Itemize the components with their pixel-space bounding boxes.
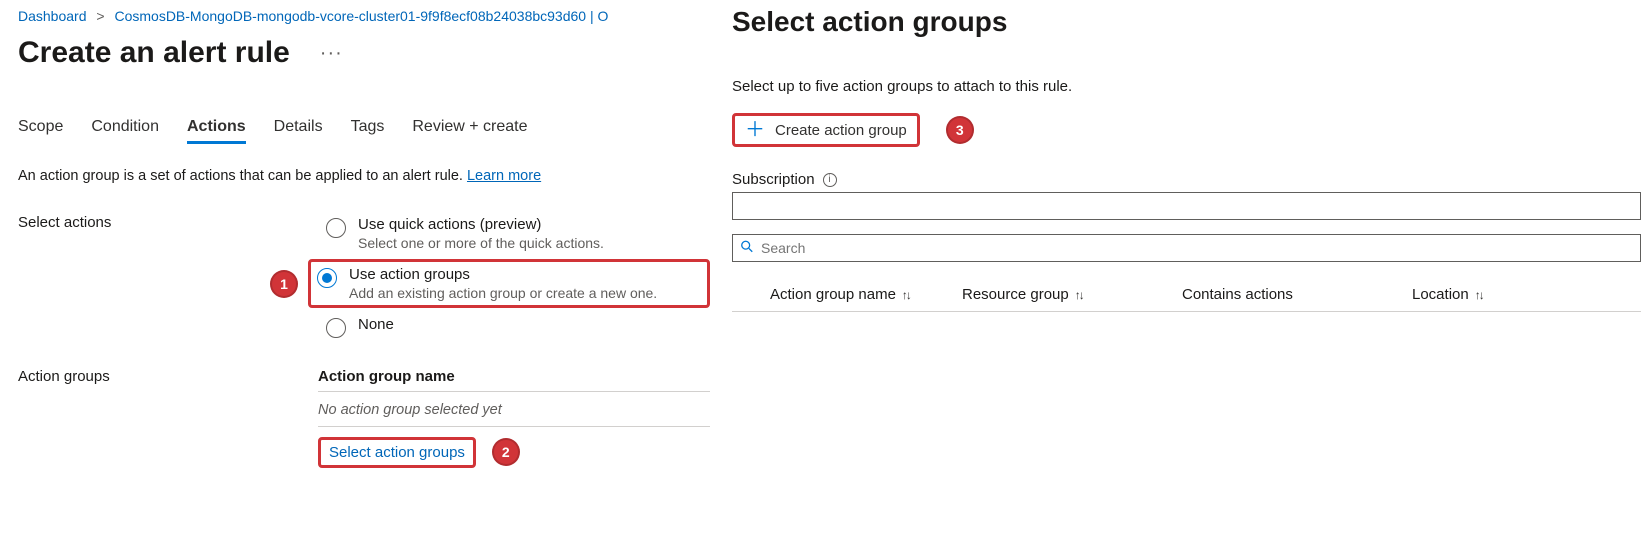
column-resource-group-label: Resource group: [962, 286, 1069, 303]
column-contains-actions-label: Contains actions: [1182, 286, 1293, 303]
column-contains-actions[interactable]: Contains actions: [1182, 286, 1412, 303]
info-icon[interactable]: i: [823, 173, 837, 187]
breadcrumb-dashboard[interactable]: Dashboard: [18, 8, 87, 24]
radio-quick-actions-control[interactable]: [326, 218, 346, 238]
radio-none-control[interactable]: [326, 318, 346, 338]
action-group-empty-text: No action group selected yet: [318, 392, 710, 426]
radio-none[interactable]: None: [318, 310, 710, 344]
action-group-column-header: Action group name: [318, 368, 710, 391]
breadcrumb: Dashboard > CosmosDB-MongoDB-mongodb-vco…: [18, 6, 710, 26]
annotation-badge-3: 3: [946, 116, 974, 144]
select-action-groups-button[interactable]: Select action groups: [321, 440, 473, 465]
action-groups-section-label: Action groups: [18, 368, 318, 468]
create-action-group-button[interactable]: ＋ Create action group: [732, 113, 920, 147]
annotation-badge-1: 1: [270, 270, 298, 298]
sort-icon: ↑↓: [1475, 288, 1483, 302]
panel-title: Select action groups: [732, 6, 1641, 38]
column-resource-group[interactable]: Resource group ↑↓: [962, 286, 1182, 303]
radio-use-action-groups-sub: Add an existing action group or create a…: [349, 285, 657, 301]
create-action-group-label: Create action group: [775, 122, 907, 139]
breadcrumb-resource[interactable]: CosmosDB-MongoDB-mongodb-vcore-cluster01…: [114, 6, 608, 26]
column-location[interactable]: Location ↑↓: [1412, 286, 1552, 303]
sort-icon: ↑↓: [902, 288, 910, 302]
table-header: Action group name ↑↓ Resource group ↑↓ C…: [732, 278, 1641, 312]
sort-icon: ↑↓: [1075, 288, 1083, 302]
actions-description-text: An action group is a set of actions that…: [18, 168, 467, 184]
learn-more-link[interactable]: Learn more: [467, 168, 541, 184]
tab-details[interactable]: Details: [274, 118, 323, 142]
radio-none-label: None: [358, 316, 394, 333]
tabs: Scope Condition Actions Details Tags Rev…: [18, 118, 710, 142]
radio-quick-actions-label: Use quick actions (preview): [358, 216, 604, 233]
plus-icon: ＋: [745, 120, 765, 140]
annotation-badge-2: 2: [492, 438, 520, 466]
search-input[interactable]: [732, 234, 1641, 262]
panel-description: Select up to five action groups to attac…: [732, 78, 1641, 95]
radio-use-action-groups[interactable]: Use action groups Add an existing action…: [308, 259, 710, 308]
radio-quick-actions[interactable]: Use quick actions (preview) Select one o…: [318, 210, 710, 257]
subscription-label: Subscription: [732, 171, 815, 188]
tab-condition[interactable]: Condition: [91, 118, 159, 142]
page-more-button[interactable]: ···: [314, 37, 349, 69]
tab-actions[interactable]: Actions: [187, 118, 246, 142]
tab-scope[interactable]: Scope: [18, 118, 63, 142]
column-location-label: Location: [1412, 286, 1469, 303]
radio-quick-actions-sub: Select one or more of the quick actions.: [358, 235, 604, 251]
breadcrumb-separator: >: [96, 8, 104, 24]
radio-use-action-groups-label: Use action groups: [349, 266, 657, 283]
radio-use-action-groups-control[interactable]: [317, 268, 337, 288]
actions-description: An action group is a set of actions that…: [18, 168, 710, 184]
column-action-group-name[interactable]: Action group name ↑↓: [732, 286, 962, 303]
column-action-group-name-label: Action group name: [770, 286, 896, 303]
tab-review-create[interactable]: Review + create: [412, 118, 527, 142]
tab-tags[interactable]: Tags: [351, 118, 385, 142]
page-title: Create an alert rule: [18, 36, 290, 70]
subscription-dropdown[interactable]: [732, 192, 1641, 220]
